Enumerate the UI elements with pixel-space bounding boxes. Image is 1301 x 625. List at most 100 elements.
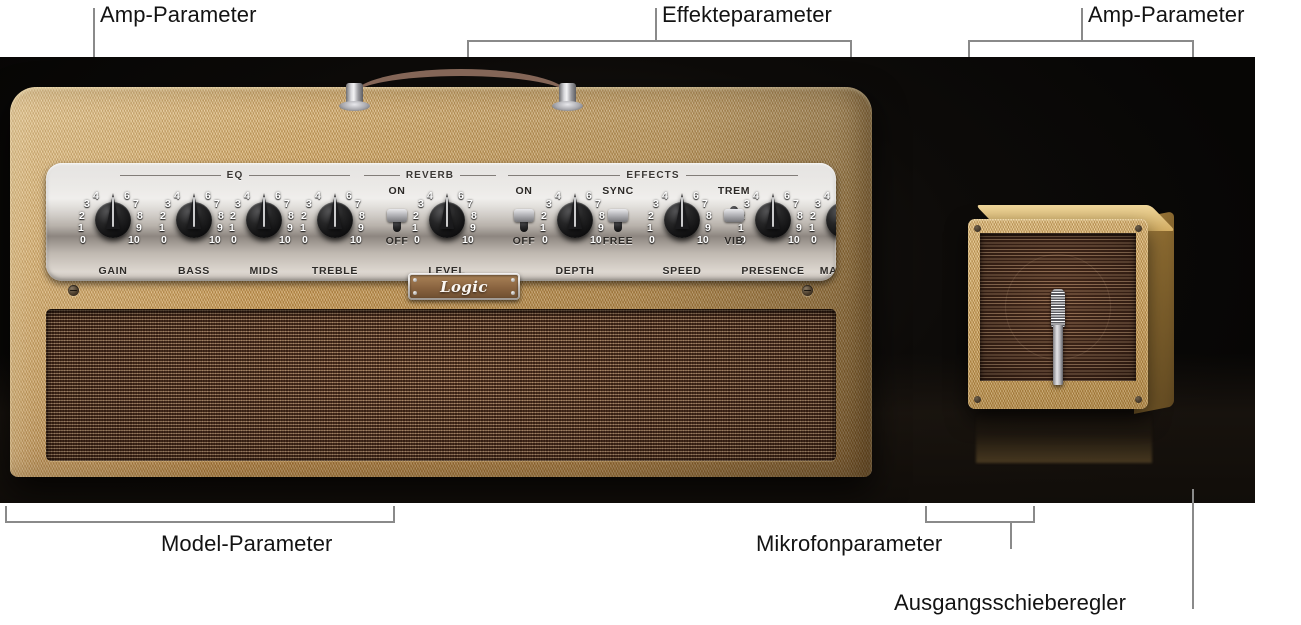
knob-bass[interactable]: 0 1 2 3 4 6 7 8 9 10 BASS: [157, 185, 231, 279]
knob-scale-tick: 9: [796, 222, 802, 234]
knob-scale-tick: 1: [647, 222, 653, 234]
knob-scale-tick: 3: [306, 198, 312, 210]
knob-body[interactable]: [664, 202, 700, 238]
badge-screw-br: [511, 291, 515, 295]
callout-model-parameter: Model-Parameter: [161, 531, 333, 556]
knob-scale-tick: 7: [284, 198, 290, 210]
callout-effects-parameter: Effekteparameter: [662, 2, 832, 27]
section-title-effects: EFFECTS: [626, 169, 680, 181]
switch-trem-vib[interactable]: TREM VIB: [706, 185, 762, 279]
switch-body[interactable]: [608, 201, 628, 232]
cabinet-screw-br: [1135, 396, 1142, 403]
switch-label-top: ON: [388, 185, 406, 197]
knob-mids[interactable]: 0 1 2 3 4 6 7 8 9 10 MIDS: [227, 185, 301, 279]
knob-scale-tick: 9: [470, 222, 476, 234]
amp-head: EQ REVERB EFFECTS 0 1 2 3 4 6 7 8 9 10 GAIN 0 1 2 3 4 6 7…: [10, 69, 872, 477]
switch-reverb-on-off[interactable]: ON OFF: [369, 185, 425, 279]
handle-mount-left: [339, 83, 370, 111]
knob-scale-tick: 6: [346, 190, 352, 202]
badge-screw-tl: [413, 278, 417, 282]
knob-scale-tick: 8: [137, 210, 143, 222]
bracket-amp-parameter-right: [968, 40, 1194, 58]
knob-scale-tick: 6: [458, 190, 464, 202]
handle-strap: [354, 69, 568, 95]
section-header-effects: EFFECTS: [508, 169, 799, 181]
cabinet-front-panel: [968, 219, 1148, 409]
knob-label: MASTER: [819, 265, 836, 277]
section-rule-left: [364, 174, 400, 176]
logo-badge-inner: Logic: [410, 275, 518, 298]
knob-scale-tick: 10: [350, 234, 362, 246]
knob-scale-tick: 0: [649, 234, 655, 246]
amp-handle: [332, 67, 590, 111]
knob-scale-tick: 4: [824, 190, 830, 202]
knob-body[interactable]: [176, 202, 212, 238]
switch-nut: [608, 209, 628, 222]
section-header-reverb: REVERB: [364, 169, 496, 181]
ribbon-microphone[interactable]: [1051, 289, 1065, 385]
leader-mic-parameter: [1010, 522, 1012, 549]
knob-scale-tick: 3: [165, 198, 171, 210]
speaker-cabinet: [962, 205, 1176, 463]
knob-body[interactable]: [429, 202, 465, 238]
leader-effects-parameter: [655, 8, 657, 42]
knob-scale-tick: 8: [218, 210, 224, 222]
knob-body[interactable]: [95, 202, 131, 238]
logo-badge: Logic: [408, 273, 520, 300]
knob-scale-tick: 8: [471, 210, 477, 222]
section-rule-left: [508, 174, 621, 176]
switch-label-bottom: FREE: [602, 235, 634, 247]
section-rule-right: [249, 174, 350, 176]
section-title-reverb: REVERB: [405, 169, 455, 181]
knob-scale-tick: 7: [467, 198, 473, 210]
microphone-head: [1051, 289, 1065, 327]
knob-master[interactable]: 01234678910MASTER: [807, 185, 836, 279]
switch-label-top: ON: [515, 185, 533, 197]
callout-amp-parameter-left: Amp-Parameter: [100, 2, 257, 27]
knob-label: MIDS: [249, 265, 279, 277]
knob-scale-tick: 4: [315, 190, 321, 202]
bracket-model-parameter: [5, 506, 395, 523]
knob-scale-tick: 6: [784, 190, 790, 202]
switch-body[interactable]: [514, 201, 534, 232]
knob-scale-tick: 1: [300, 222, 306, 234]
knob-body[interactable]: [246, 202, 282, 238]
switch-label-top: TREM: [717, 185, 751, 197]
knob-treble[interactable]: 0 1 2 3 4 6 7 8 9 10 TREBLE: [298, 185, 372, 279]
knob-body[interactable]: [317, 202, 353, 238]
cabinet-screw-bl: [974, 396, 981, 403]
knob-scale-tick: 3: [84, 198, 90, 210]
knob-scale-tick: 8: [288, 210, 294, 222]
knob-scale-tick: 2: [648, 210, 654, 222]
knob-scale-tick: 8: [359, 210, 365, 222]
switch-nut: [514, 209, 534, 222]
switch-sync-free[interactable]: SYNC FREE: [590, 185, 646, 279]
logo-text: Logic: [440, 277, 488, 296]
switch-nut: [387, 209, 407, 222]
knob-scale-tick: 10: [462, 234, 474, 246]
knob-scale-tick: 3: [235, 198, 241, 210]
knob-scale-tick: 9: [136, 222, 142, 234]
knob-scale-tick: 1: [809, 222, 815, 234]
knob-scale-tick: 7: [355, 198, 361, 210]
knob-scale-tick: 0: [80, 234, 86, 246]
cabinet-screw-tl: [974, 225, 981, 232]
knob-scale-tick: 9: [358, 222, 364, 234]
knob-scale-tick: 6: [205, 190, 211, 202]
switch-body[interactable]: [724, 201, 744, 231]
cabinet-floor-reflection: [976, 411, 1152, 463]
knob-gain[interactable]: 0 1 2 3 4 6 7 8 9 10 GAIN: [76, 185, 150, 279]
knob-scale-tick: 10: [279, 234, 291, 246]
switch-effects-on-off[interactable]: ON OFF: [496, 185, 552, 279]
knob-scale-tick: 0: [302, 234, 308, 246]
bracket-effects-parameter: [467, 40, 852, 58]
switch-label-bottom: OFF: [512, 235, 536, 247]
knob-scale-tick: 2: [230, 210, 236, 222]
knob-scale-tick: 3: [815, 198, 821, 210]
switch-body[interactable]: [387, 201, 407, 232]
knob-body[interactable]: [557, 202, 593, 238]
switch-label-bottom: OFF: [385, 235, 409, 247]
knob-scale-tick: 10: [209, 234, 221, 246]
knob-scale-tick: 2: [79, 210, 85, 222]
knob-scale-tick: 7: [133, 198, 139, 210]
